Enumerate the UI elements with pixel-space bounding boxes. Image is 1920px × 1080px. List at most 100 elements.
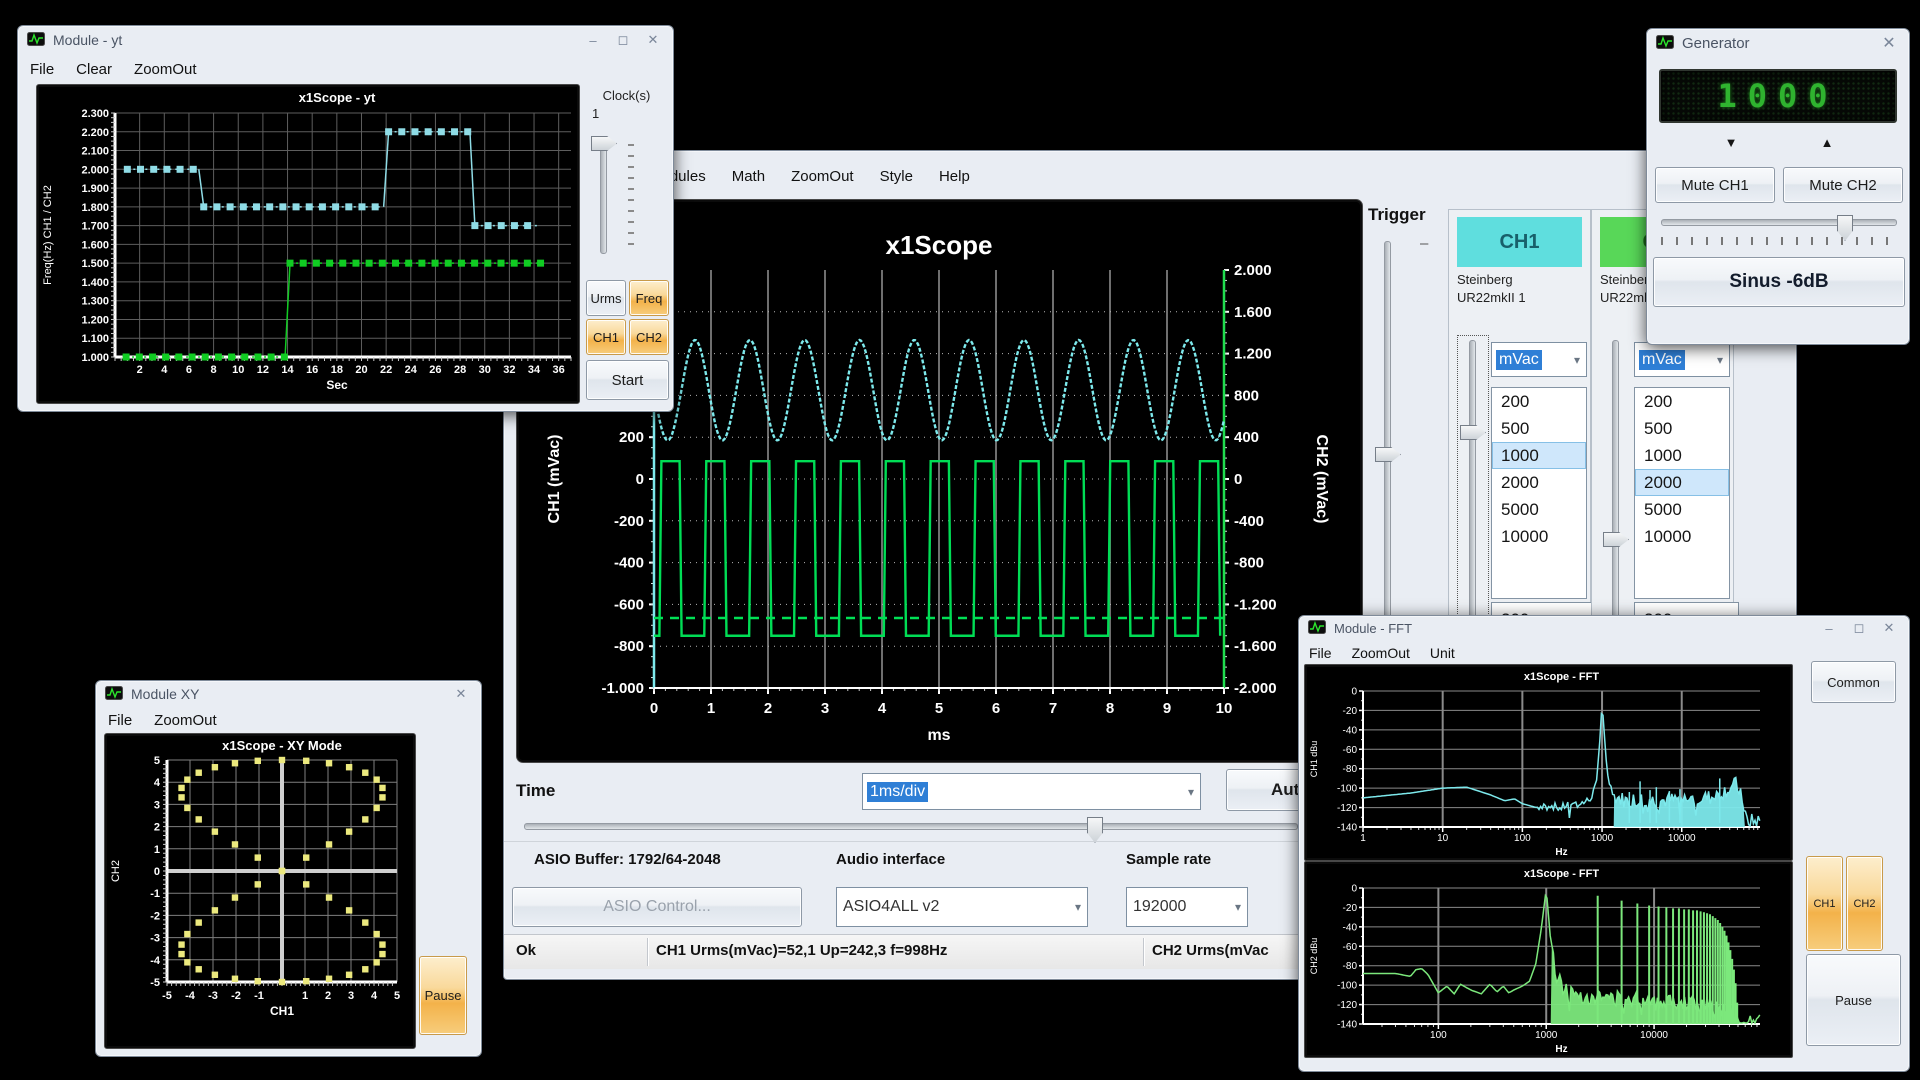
close-icon[interactable]: ✕ [450, 686, 472, 702]
svg-text:4: 4 [371, 990, 378, 1002]
maximize-icon[interactable]: ◻ [612, 32, 634, 48]
list-option-500[interactable]: 500 [1492, 415, 1586, 442]
list-option-1000[interactable]: 1000 [1635, 442, 1729, 469]
close-icon[interactable]: ✕ [642, 32, 664, 48]
ch1-range-list[interactable]: 20050010002000500010000 [1491, 387, 1587, 599]
list-option-500[interactable]: 500 [1635, 415, 1729, 442]
menu-item-file[interactable]: File [30, 61, 54, 78]
svg-text:-1: -1 [254, 990, 264, 1002]
level-slider-track[interactable] [1661, 219, 1897, 226]
list-option-2000[interactable]: 2000 [1635, 469, 1729, 496]
ch2-unit-combo[interactable]: mVac ▾ [1634, 342, 1730, 377]
chevron-down-icon[interactable]: ▾ [1711, 353, 1729, 367]
chevron-down-icon[interactable]: ▾ [1069, 900, 1087, 914]
fft-pause-button[interactable]: Pause [1806, 954, 1901, 1046]
chevron-down-icon[interactable]: ▾ [1182, 785, 1200, 799]
list-option-10000[interactable]: 10000 [1635, 523, 1729, 550]
yt-display: x1Scope - yt2468101214161820222426283032… [36, 84, 580, 404]
minimize-icon[interactable]: – [582, 33, 604, 48]
close-icon[interactable]: ✕ [1878, 620, 1900, 636]
maximize-icon[interactable]: ◻ [1848, 620, 1870, 636]
svg-text:1.600: 1.600 [81, 239, 109, 251]
time-slider-thumb[interactable] [1087, 817, 1103, 843]
svg-text:16: 16 [306, 364, 318, 376]
svg-text:-3: -3 [208, 990, 218, 1002]
list-option-2000[interactable]: 2000 [1492, 469, 1586, 496]
fft-ch1-button[interactable]: CH1 [1806, 856, 1843, 951]
svg-text:32: 32 [503, 364, 515, 376]
svg-text:-80: -80 [1343, 961, 1358, 972]
menu-item-zoomout[interactable]: ZoomOut [791, 168, 854, 185]
waveform-button[interactable]: Sinus -6dB [1653, 257, 1905, 307]
list-option-1000[interactable]: 1000 [1492, 442, 1586, 469]
svg-text:2: 2 [154, 822, 160, 834]
time-combo[interactable]: 1ms/div ▾ [862, 773, 1201, 810]
frequency-down-icon[interactable]: ▼ [1709, 135, 1753, 150]
menu-item-file[interactable]: File [108, 712, 132, 729]
menu-item-unit[interactable]: Unit [1430, 645, 1455, 661]
minimize-icon[interactable]: – [1818, 621, 1840, 636]
chevron-down-icon[interactable]: ▾ [1568, 353, 1586, 367]
list-option-5000[interactable]: 5000 [1492, 496, 1586, 523]
sample-rate-combo[interactable]: 192000 ▾ [1126, 887, 1248, 927]
svg-text:Sec: Sec [326, 378, 348, 392]
svg-text:-3: -3 [150, 933, 160, 945]
list-option-200[interactable]: 200 [1492, 388, 1586, 415]
svg-text:2.200: 2.200 [81, 127, 109, 139]
svg-text:-120: -120 [1337, 803, 1357, 814]
svg-text:800: 800 [1234, 387, 1259, 404]
menu-item-clear[interactable]: Clear [76, 61, 112, 78]
list-option-10000[interactable]: 10000 [1492, 523, 1586, 550]
svg-text:5: 5 [935, 700, 943, 717]
menu-item-style[interactable]: Style [880, 168, 913, 185]
audio-interface-combo[interactable]: ASIO4ALL v2 ▾ [836, 887, 1088, 927]
svg-text:1: 1 [707, 700, 715, 717]
mute-ch1-button[interactable]: Mute CH1 [1655, 167, 1775, 203]
ch1-device-line2: UR22mkII 1 [1457, 290, 1526, 305]
menu-item-zoomout[interactable]: ZoomOut [134, 61, 197, 78]
sample-rate-label: Sample rate [1126, 851, 1211, 868]
window-module-yt: Module - yt – ◻ ✕ FileClearZoomOut x1Sco… [17, 25, 674, 412]
menu-item-math[interactable]: Math [732, 168, 765, 185]
fft-title: Module - FFT [1334, 621, 1412, 636]
xy-pause-button[interactable]: Pause [419, 956, 467, 1035]
yt-menubar: File Clear ZoomOut [30, 56, 197, 82]
svg-text:28: 28 [454, 364, 466, 376]
svg-text:6: 6 [992, 700, 1000, 717]
menu-item-zoomout[interactable]: ZoomOut [154, 712, 217, 729]
menu-item-help[interactable]: Help [939, 168, 970, 185]
ch1-unit-value: mVac [1496, 350, 1542, 370]
frequency-display: 1000 [1659, 69, 1897, 123]
start-button[interactable]: Start [586, 360, 669, 400]
fft-ch2-button[interactable]: CH2 [1846, 856, 1883, 951]
svg-text:100: 100 [1430, 1030, 1447, 1041]
fft-ch2-plot: x1Scope - FFT0-20-40-60-80-100-120-14010… [1305, 862, 1792, 1057]
ch2-gain-slider-thumb[interactable] [1603, 532, 1629, 547]
yt-freq-button[interactable]: Freq [629, 280, 669, 316]
svg-text:-800: -800 [614, 638, 644, 655]
ch2-range-list[interactable]: 20050010002000500010000 [1634, 387, 1730, 599]
mute-ch2-button[interactable]: Mute CH2 [1783, 167, 1903, 203]
menu-item-zoomout[interactable]: ZoomOut [1352, 645, 1410, 661]
svg-text:3: 3 [348, 990, 354, 1002]
frequency-up-icon[interactable]: ▲ [1805, 135, 1849, 150]
trigger-slider-thumb[interactable] [1375, 447, 1401, 462]
time-slider-track[interactable] [524, 823, 1298, 830]
close-icon[interactable]: ✕ [1878, 33, 1900, 53]
yt-ch2-button[interactable]: CH2 [629, 319, 669, 355]
menu-item-file[interactable]: File [1309, 645, 1332, 661]
chevron-down-icon[interactable]: ▾ [1229, 900, 1247, 914]
asio-control-button[interactable]: ASIO Control... [512, 887, 802, 927]
svg-text:9: 9 [1163, 700, 1171, 717]
yt-urms-button[interactable]: Urms [586, 280, 626, 316]
yt-ch1-button[interactable]: CH1 [586, 319, 626, 355]
ch1-unit-combo[interactable]: mVac ▾ [1491, 342, 1587, 377]
common-button[interactable]: Common [1811, 661, 1896, 703]
svg-text:4: 4 [878, 700, 887, 717]
svg-text:30: 30 [479, 364, 491, 376]
list-option-5000[interactable]: 5000 [1635, 496, 1729, 523]
svg-text:1.500: 1.500 [81, 258, 109, 270]
svg-text:3: 3 [154, 799, 160, 811]
svg-text:1.900: 1.900 [81, 183, 109, 195]
list-option-200[interactable]: 200 [1635, 388, 1729, 415]
